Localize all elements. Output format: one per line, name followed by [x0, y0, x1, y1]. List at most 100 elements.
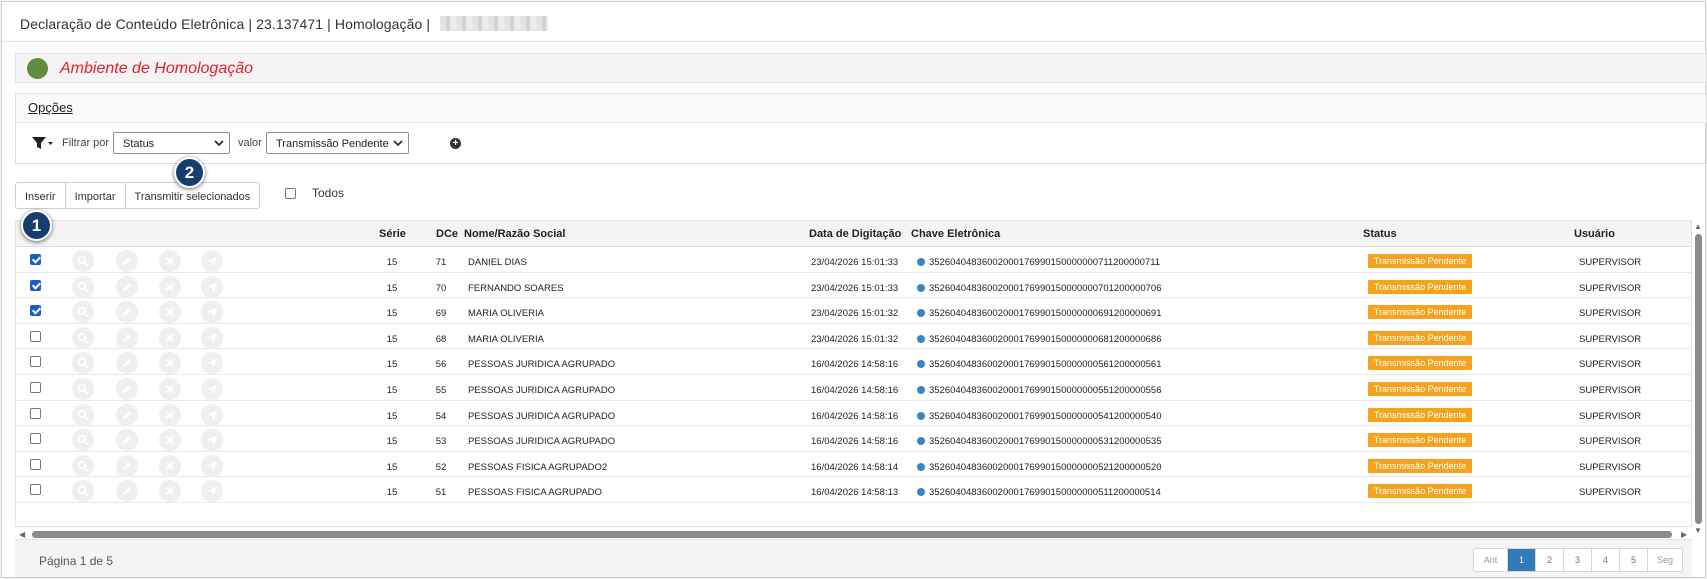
search-icon[interactable]	[72, 480, 94, 503]
cancel-icon[interactable]	[159, 275, 181, 298]
filter-field-select[interactable]: Status	[113, 132, 230, 154]
cancel-icon[interactable]	[159, 250, 181, 272]
search-icon[interactable]	[72, 378, 94, 400]
header-status[interactable]: Status	[1363, 228, 1397, 240]
row-select-checkbox[interactable]	[30, 254, 41, 265]
send-icon[interactable]	[201, 275, 223, 298]
row-select-checkbox[interactable]	[30, 407, 41, 419]
add-filter-icon[interactable]: +	[450, 138, 461, 149]
chave-text: 3526040483600200017699015000000053120000…	[929, 436, 1162, 448]
header-data-digitacao[interactable]: Data de Digitação	[809, 228, 901, 240]
header-chave-eletronica[interactable]: Chave Eletrônica	[911, 228, 1000, 240]
send-icon[interactable]	[201, 301, 223, 324]
row-select-checkbox[interactable]	[30, 433, 41, 445]
cell-serie: 15	[386, 385, 398, 396]
edit-icon[interactable]	[116, 429, 138, 452]
send-icon[interactable]	[201, 480, 223, 503]
edit-icon[interactable]	[116, 378, 138, 400]
select-all-checkbox[interactable]	[285, 188, 296, 199]
cell-dce: 56	[435, 359, 447, 371]
next-page-button[interactable]: Seg	[1648, 549, 1682, 571]
horizontal-scroll-thumb[interactable]	[32, 531, 1672, 538]
edit-icon[interactable]	[116, 480, 138, 503]
status-badge: Transmissão Pendente	[1368, 382, 1472, 396]
send-icon[interactable]	[201, 378, 223, 400]
edit-icon[interactable]	[116, 352, 138, 375]
cancel-icon[interactable]	[159, 480, 181, 503]
status-badge: Transmissão Pendente	[1368, 254, 1472, 268]
cancel-icon[interactable]	[159, 429, 181, 452]
header-serie[interactable]: Série	[379, 228, 406, 240]
table-row[interactable]: 15 54 PESSOAS JURIDICA AGRUPADO 16/04/2026 …	[16, 401, 1691, 427]
row-select-checkbox[interactable]	[30, 305, 41, 317]
edit-icon[interactable]	[116, 250, 138, 272]
import-button[interactable]: Importar	[66, 183, 126, 208]
send-icon[interactable]	[201, 429, 223, 452]
search-icon[interactable]	[72, 429, 94, 452]
table-row[interactable]: 15 70 FERNANDO SOARES 23/04/2026 15:01:33 35…	[16, 273, 1691, 299]
cell-dce: 53	[435, 436, 447, 448]
table-row[interactable]: 15 71 DANIEL DIAS 23/04/2026 15:01:33 352604…	[16, 247, 1691, 273]
page-button-5[interactable]: 5	[1620, 549, 1648, 571]
cell-serie: 15	[386, 436, 398, 448]
vertical-scrollbar[interactable]: ▲ ▼	[1692, 220, 1705, 538]
row-select-checkbox[interactable]	[30, 330, 41, 342]
vertical-scroll-thumb[interactable]	[1695, 234, 1702, 524]
header-usuario[interactable]: Usuário	[1574, 228, 1615, 240]
table-row[interactable]: 15 52 PESSOAS FISICA AGRUPADO2 16/04/2026 1…	[16, 452, 1691, 478]
search-icon[interactable]	[72, 275, 94, 298]
cancel-icon[interactable]	[159, 403, 181, 426]
search-icon[interactable]	[72, 250, 94, 272]
page-button-3[interactable]: 3	[1564, 549, 1592, 571]
send-icon[interactable]	[201, 326, 223, 349]
table-row[interactable]: 15 53 PESSOAS JURIDICA AGRUPADO 16/04/2026 …	[16, 426, 1691, 452]
insert-button[interactable]: Inserir	[16, 183, 66, 208]
horizontal-scrollbar[interactable]: ◀ ▶	[17, 529, 1691, 539]
table-row[interactable]: 15 56 PESSOAS JURIDICA AGRUPADO 16/04/2026 …	[16, 349, 1691, 375]
chave-text: 3526040483600200017699015000000054120000…	[929, 410, 1162, 422]
row-select-checkbox[interactable]	[30, 458, 41, 470]
prev-page-button[interactable]: Ant	[1474, 549, 1508, 571]
send-icon[interactable]	[201, 403, 223, 426]
filter-funnel-icon[interactable]	[31, 135, 53, 151]
cancel-icon[interactable]	[159, 378, 181, 400]
row-select-checkbox[interactable]	[30, 382, 41, 393]
send-icon[interactable]	[201, 352, 223, 375]
page-button-2[interactable]: 2	[1536, 549, 1564, 571]
page-button-4[interactable]: 4	[1592, 549, 1620, 571]
edit-icon[interactable]	[116, 275, 138, 298]
cancel-icon[interactable]	[159, 301, 181, 324]
search-icon[interactable]	[72, 352, 94, 375]
filter-value-select[interactable]: Transmissão Pendente	[266, 132, 409, 154]
table-row[interactable]: 15 68 MARIA OLIVERIA 23/04/2026 15:01:32 352…	[16, 324, 1691, 350]
scroll-up-icon[interactable]: ▲	[1694, 222, 1702, 232]
search-icon[interactable]	[72, 403, 94, 426]
documents-table: Série DCe Nome/Razão Social Data de Digi…	[15, 220, 1692, 527]
table-row[interactable]: 15 51 PESSOAS FISICA AGRUPADO 16/04/2026 14…	[16, 477, 1691, 503]
cell-nome: PESSOAS FISICA AGRUPADO2	[468, 461, 608, 473]
options-toggle-link[interactable]: Opções	[28, 100, 73, 115]
cancel-icon[interactable]	[159, 352, 181, 375]
cancel-icon[interactable]	[159, 326, 181, 349]
search-icon[interactable]	[72, 326, 94, 349]
scroll-down-icon[interactable]: ▼	[1694, 526, 1702, 536]
edit-icon[interactable]	[116, 403, 138, 426]
header-dce[interactable]: DCe	[436, 228, 458, 240]
row-select-checkbox[interactable]	[30, 279, 41, 291]
edit-icon[interactable]	[116, 454, 138, 477]
search-icon[interactable]	[72, 454, 94, 477]
send-icon[interactable]	[201, 454, 223, 477]
cell-data-digitacao: 16/04/2026 14:58:16	[811, 436, 899, 448]
row-select-checkbox[interactable]	[30, 356, 41, 368]
cancel-icon[interactable]	[159, 454, 181, 477]
table-row[interactable]: 15 55 PESSOAS JURIDICA AGRUPADO 16/04/2026 …	[16, 375, 1691, 401]
send-icon[interactable]	[201, 250, 223, 272]
page-button-1[interactable]: 1	[1508, 549, 1536, 571]
row-select-checkbox[interactable]	[30, 484, 41, 496]
table-row[interactable]: 15 69 MARIA OLIVERIA 23/04/2026 15:01:32 352…	[16, 298, 1691, 324]
edit-icon[interactable]	[116, 326, 138, 349]
header-nome[interactable]: Nome/Razão Social	[464, 228, 565, 240]
search-icon[interactable]	[72, 301, 94, 324]
edit-icon[interactable]	[116, 301, 138, 324]
filter-by-label: Filtrar por	[62, 137, 110, 149]
